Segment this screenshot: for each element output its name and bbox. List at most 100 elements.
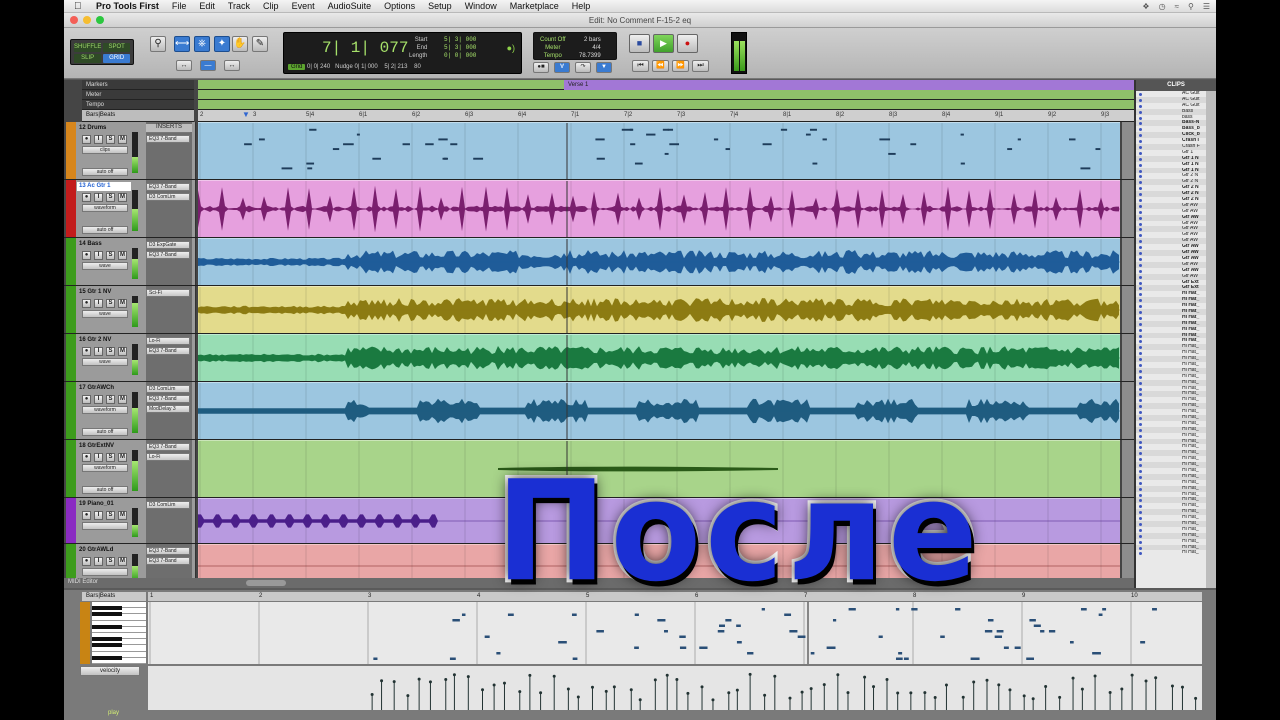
tempo-lane[interactable] (198, 100, 1134, 110)
track-view-selector[interactable] (82, 522, 128, 530)
track-view-selector[interactable]: wave (82, 262, 128, 270)
mute-button[interactable]: M (118, 511, 127, 520)
smart-tool-icon[interactable]: ✦ (214, 36, 230, 52)
tempo-value[interactable]: 78.7399 (579, 52, 601, 60)
time-machine-icon[interactable]: ◷ (1159, 2, 1166, 11)
automation-mode-selector[interactable]: auto off (82, 428, 128, 436)
solo-button[interactable]: S (106, 251, 115, 260)
track-view-selector[interactable] (82, 568, 128, 576)
track-name[interactable]: 20 GtrAWLd (77, 546, 131, 555)
menu-audiosuite[interactable]: AudioSuite (328, 1, 372, 11)
record-enable-button[interactable]: ● (82, 453, 91, 462)
speaker-icon[interactable]: ●) (507, 43, 515, 53)
input-monitor-button[interactable]: I (94, 347, 103, 356)
track-scrollbar[interactable] (1122, 498, 1134, 543)
midi-editor-label[interactable]: MIDI Editor (68, 579, 98, 585)
solo-button[interactable]: S (106, 347, 115, 356)
track-scrollbar[interactable] (1122, 238, 1134, 285)
track-scrollbar[interactable] (1122, 180, 1134, 237)
markers-lane[interactable]: Verse 1 (198, 80, 1134, 90)
main-counter-value[interactable]: 7| 1| 077 (322, 39, 408, 57)
bars-beats-lane[interactable]: ▼ 2 3 5|4 6|1 6|2 6|3 6|4 7|1 7|2 7|3 7|4 8|1 8|2 8|3… (198, 110, 1134, 122)
mute-button[interactable]: M (118, 193, 127, 202)
menu-edit[interactable]: Edit (199, 1, 215, 11)
solo-button[interactable]: S (106, 511, 115, 520)
solo-button[interactable]: S (106, 453, 115, 462)
input-monitor-button[interactable]: I (94, 299, 103, 308)
fast-forward-button[interactable]: ⏩ (672, 60, 689, 72)
rewind-button[interactable]: ⏪ (652, 60, 669, 72)
nudge-value[interactable]: 0| 1| 000 (355, 64, 378, 70)
record-enable-button[interactable]: ● (82, 193, 91, 202)
grid-label[interactable]: Grid (288, 64, 306, 70)
piano-black-key[interactable] (92, 637, 122, 642)
solo-button[interactable]: S (106, 193, 115, 202)
record-enable-button[interactable]: ● (82, 135, 91, 144)
solo-button[interactable]: S (106, 299, 115, 308)
count-off-value[interactable]: 2 bars (579, 36, 601, 44)
input-monitor-button[interactable]: I (94, 135, 103, 144)
audio-clip[interactable] (198, 238, 1120, 285)
insert-slot[interactable]: EQ3 7-Band (146, 183, 190, 191)
marker-verse-1[interactable]: Verse 1 (564, 80, 1134, 90)
track-scrollbar[interactable] (1122, 382, 1134, 439)
clips-scrollbar[interactable] (1206, 91, 1216, 588)
end-value[interactable]: 5| 3| 000 (444, 44, 476, 52)
metronome-button[interactable]: ∀ (554, 62, 570, 73)
menu-setup[interactable]: Setup (428, 1, 452, 11)
input-monitor-button[interactable]: I (94, 395, 103, 404)
bars-beats-ruler-label[interactable]: Bars|Beats (82, 110, 194, 122)
shuffle-mode-button[interactable]: SHUFFLE (74, 43, 102, 52)
track-scrollbar[interactable] (1122, 286, 1134, 333)
go-to-end-button[interactable]: ⏭ (692, 60, 709, 72)
track-name-text[interactable]: Gtr 1 NV (87, 289, 111, 295)
menu-window[interactable]: Window (465, 1, 497, 11)
mute-button[interactable]: M (118, 395, 127, 404)
track-name[interactable]: 18 GtrExtNV (77, 442, 131, 451)
piano-black-key[interactable] (92, 655, 122, 660)
playhead-flag-icon[interactable]: ▼ (242, 110, 252, 122)
track-name-text[interactable]: Drums (87, 125, 106, 131)
track-view-selector[interactable]: clips (82, 146, 128, 154)
automation-mode-selector[interactable]: auto off (82, 486, 128, 494)
track-name-text[interactable]: GtrAWCh (87, 385, 114, 391)
insert-slot[interactable]: Lo-Fi (146, 453, 190, 461)
insert-slot[interactable]: Lo-Fi (146, 337, 190, 345)
mute-button[interactable]: M (118, 299, 127, 308)
meter-ruler-label[interactable]: Meter (82, 90, 194, 100)
piano-black-key[interactable] (92, 624, 122, 629)
insert-slot[interactable]: EQ3 7-Band (146, 443, 190, 451)
menu-event[interactable]: Event (292, 1, 315, 11)
insert-slot[interactable]: D3 ComLim (146, 193, 190, 201)
apple-menu-icon[interactable]:  (74, 1, 84, 12)
record-enable-button[interactable]: ● (82, 395, 91, 404)
record-enable-button[interactable]: ● (82, 347, 91, 356)
menu-track[interactable]: Track (228, 1, 250, 11)
track-name-text[interactable]: GtrAWLd (87, 547, 113, 553)
piano-black-key[interactable] (92, 612, 122, 617)
track-view-selector[interactable]: waveform (82, 464, 128, 472)
track-name-text[interactable]: GtrExtNV (87, 443, 114, 449)
mute-button[interactable]: M (118, 557, 127, 566)
piano-black-key[interactable] (92, 643, 122, 648)
record-enable-button[interactable]: ● (82, 299, 91, 308)
mute-button[interactable]: M (118, 251, 127, 260)
insert-slot[interactable]: Sci-Fi (146, 289, 190, 297)
record-enable-button[interactable]: ● (82, 511, 91, 520)
slip-mode-button[interactable]: SLIP (74, 54, 102, 63)
track-view-selector[interactable]: wave (82, 310, 128, 318)
insert-slot[interactable]: D3 ComLim (146, 385, 190, 393)
markers-ruler-label[interactable]: Markers (82, 80, 194, 90)
audio-clip[interactable] (198, 180, 1120, 237)
track-name-text[interactable]: Piano_01 (87, 501, 113, 507)
piano-black-key[interactable] (92, 606, 122, 611)
count-off-label[interactable]: Count Off (540, 36, 566, 44)
menu-app-name[interactable]: Pro Tools First (96, 1, 159, 11)
wait-for-note-button[interactable]: ●■ (533, 62, 549, 73)
spot-mode-button[interactable]: SPOT (103, 43, 130, 52)
minimize-window-button[interactable] (83, 16, 91, 24)
meter-value[interactable]: 4/4 (579, 44, 600, 52)
return-to-zero-button[interactable]: ⏮ (632, 60, 649, 72)
conductor-button[interactable]: ▼ (596, 62, 612, 73)
meter-lane[interactable] (198, 90, 1134, 100)
